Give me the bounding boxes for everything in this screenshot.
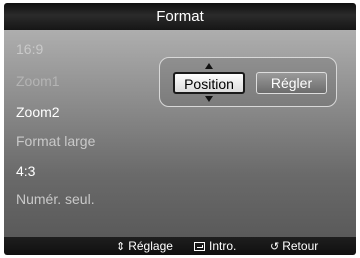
enter-icon bbox=[194, 242, 205, 251]
format-menu-panel: 16:9 Zoom1 Zoom2 Format large 4:3 Numér.… bbox=[4, 30, 356, 237]
format-screen: Format 16:9 Zoom1 Zoom2 Format large 4:3… bbox=[0, 0, 360, 258]
menu-item-4-3[interactable]: 4:3 bbox=[16, 163, 35, 179]
up-arrow-icon[interactable] bbox=[205, 63, 213, 69]
hint-intro: Intro. bbox=[194, 237, 236, 255]
page-title: Format bbox=[156, 8, 204, 25]
regler-button[interactable]: Régler bbox=[256, 72, 327, 94]
zoom2-options-popup: Position Régler bbox=[159, 57, 337, 107]
navigation-hint-bar: ⇕ Réglage Intro. ↺ Retour bbox=[4, 237, 356, 255]
return-icon: ↺ bbox=[270, 241, 280, 253]
menu-item-format-large[interactable]: Format large bbox=[16, 133, 95, 149]
hint-reglage-label: Réglage bbox=[128, 239, 173, 253]
hint-retour-label: Retour bbox=[282, 239, 319, 253]
position-button[interactable]: Position bbox=[173, 72, 245, 94]
menu-item-zoom2[interactable]: Zoom2 bbox=[16, 104, 60, 120]
menu-item-numer-seul[interactable]: Numér. seul. bbox=[16, 191, 95, 207]
menu-item-zoom1[interactable]: Zoom1 bbox=[16, 73, 60, 89]
hint-retour: ↺ Retour bbox=[270, 237, 318, 255]
down-arrow-icon[interactable] bbox=[205, 96, 213, 102]
hint-reglage: ⇕ Réglage bbox=[116, 237, 173, 255]
hint-intro-label: Intro. bbox=[209, 239, 237, 253]
menu-item-16-9[interactable]: 16:9 bbox=[16, 41, 43, 57]
title-bar: Format bbox=[4, 3, 356, 30]
up-down-arrows-icon: ⇕ bbox=[116, 241, 126, 253]
